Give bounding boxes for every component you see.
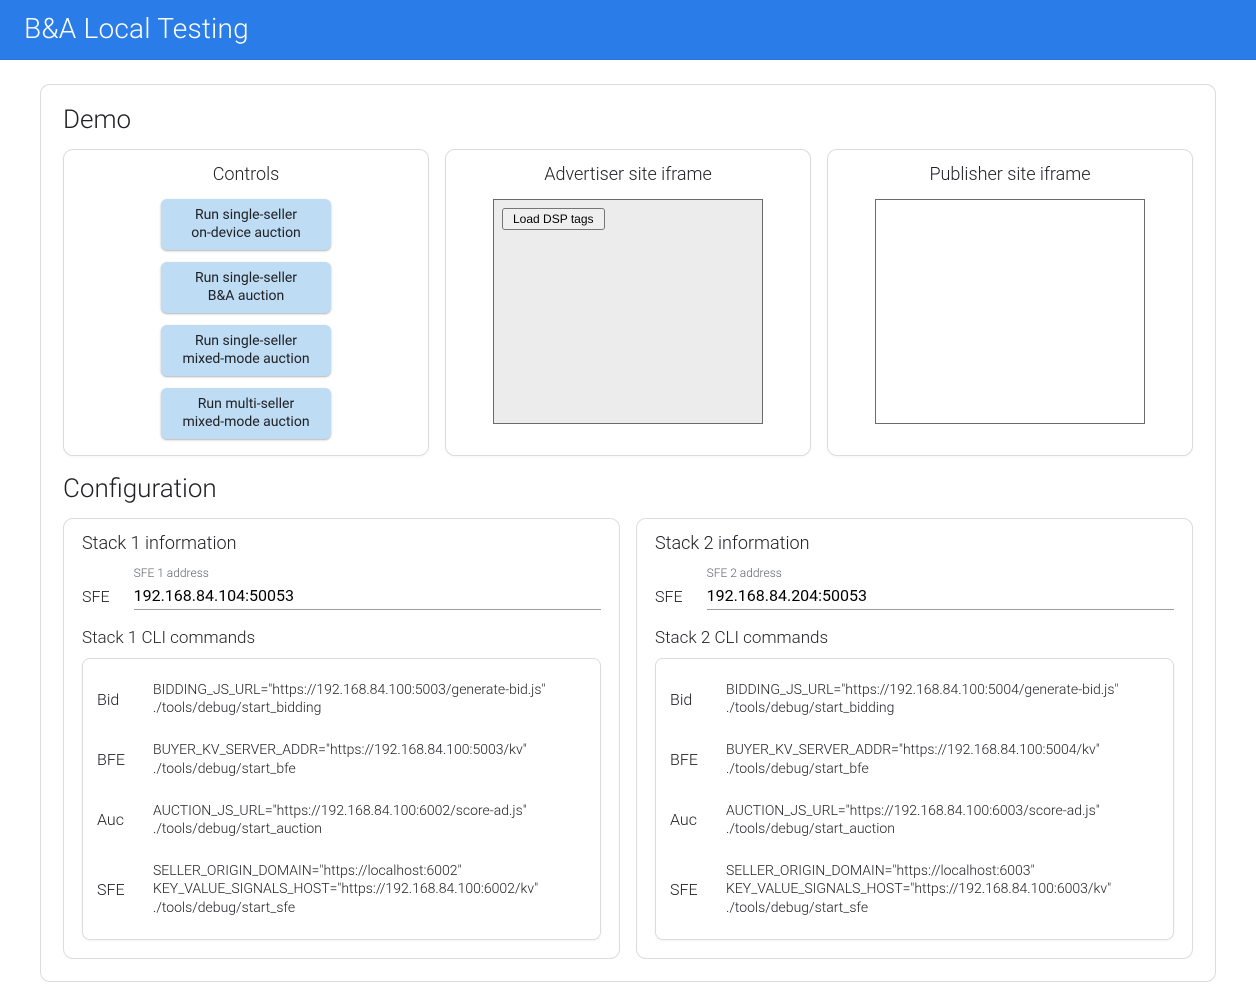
stack-1-cli-title: Stack 1 CLI commands <box>82 628 601 648</box>
cli-tag: Auc <box>97 810 135 829</box>
stack-2-card: Stack 2 information SFE SFE 2 address St… <box>636 518 1193 959</box>
publisher-iframe <box>875 199 1145 424</box>
demo-heading: Demo <box>63 105 1193 135</box>
publisher-panel: Publisher site iframe <box>827 149 1193 456</box>
stack-1-cli-sfe: SFE SELLER_ORIGIN_DOMAIN="https://localh… <box>97 852 586 927</box>
cli-cmd: SELLER_ORIGIN_DOMAIN="https://localhost:… <box>726 862 1111 917</box>
cli-tag: Bid <box>670 690 708 709</box>
stack-2-cli-bfe: BFE BUYER_KV_SERVER_ADDR="https://192.16… <box>670 731 1159 787</box>
controls-panel: Controls Run single-seller on-device auc… <box>63 149 429 456</box>
controls-buttons: Run single-seller on-device auction Run … <box>78 199 414 439</box>
configuration-heading: Configuration <box>63 474 1193 504</box>
publisher-title: Publisher site iframe <box>842 164 1178 185</box>
stack-2-cli-title: Stack 2 CLI commands <box>655 628 1174 648</box>
run-single-seller-on-device-button[interactable]: Run single-seller on-device auction <box>161 199 331 250</box>
sfe-2-address-label: SFE 2 address <box>707 566 1174 580</box>
stacks-row: Stack 1 information SFE SFE 1 address St… <box>63 518 1193 959</box>
demo-panels: Controls Run single-seller on-device auc… <box>63 149 1193 456</box>
stack-2-sfe-row: SFE SFE 2 address <box>655 566 1174 610</box>
cli-cmd: BUYER_KV_SERVER_ADDR="https://192.168.84… <box>153 741 527 777</box>
stack-2-sfe-label: SFE <box>655 587 683 610</box>
run-single-seller-ba-button[interactable]: Run single-seller B&A auction <box>161 262 331 313</box>
cli-cmd: BUYER_KV_SERVER_ADDR="https://192.168.84… <box>726 741 1100 777</box>
advertiser-iframe: Load DSP tags <box>493 199 763 424</box>
cli-cmd: BIDDING_JS_URL="https://192.168.84.100:5… <box>726 681 1118 717</box>
app-title: B&A Local Testing <box>24 12 249 45</box>
cli-tag: Auc <box>670 810 708 829</box>
advertiser-panel: Advertiser site iframe Load DSP tags <box>445 149 811 456</box>
cli-cmd: BIDDING_JS_URL="https://192.168.84.100:5… <box>153 681 545 717</box>
cli-tag: SFE <box>97 880 135 899</box>
stack-1-cli-bid: Bid BIDDING_JS_URL="https://192.168.84.1… <box>97 671 586 727</box>
sfe-1-address-label: SFE 1 address <box>134 566 601 580</box>
page-main: Demo Controls Run single-seller on-devic… <box>0 60 1256 1006</box>
stack-2-cli-card: Bid BIDDING_JS_URL="https://192.168.84.1… <box>655 658 1174 940</box>
run-multi-seller-mixed-button[interactable]: Run multi-seller mixed-mode auction <box>161 388 331 439</box>
cli-cmd: SELLER_ORIGIN_DOMAIN="https://localhost:… <box>153 862 538 917</box>
main-card: Demo Controls Run single-seller on-devic… <box>40 84 1216 982</box>
stack-2-title: Stack 2 information <box>655 533 1174 554</box>
advertiser-title: Advertiser site iframe <box>460 164 796 185</box>
stack-1-sfe-row: SFE SFE 1 address <box>82 566 601 610</box>
stack-2-cli-bid: Bid BIDDING_JS_URL="https://192.168.84.1… <box>670 671 1159 727</box>
cli-tag: Bid <box>97 690 135 709</box>
stack-1-sfe-label: SFE <box>82 587 110 610</box>
sfe-2-address-field: SFE 2 address <box>707 566 1174 610</box>
sfe-1-address-field: SFE 1 address <box>134 566 601 610</box>
cli-tag: SFE <box>670 880 708 899</box>
load-dsp-tags-button[interactable]: Load DSP tags <box>502 208 605 230</box>
stack-1-card: Stack 1 information SFE SFE 1 address St… <box>63 518 620 959</box>
cli-tag: BFE <box>97 750 135 769</box>
sfe-2-address-input[interactable] <box>707 582 1174 610</box>
cli-cmd: AUCTION_JS_URL="https://192.168.84.100:6… <box>153 802 527 838</box>
run-single-seller-mixed-button[interactable]: Run single-seller mixed-mode auction <box>161 325 331 376</box>
stack-1-title: Stack 1 information <box>82 533 601 554</box>
stack-1-cli-auc: Auc AUCTION_JS_URL="https://192.168.84.1… <box>97 792 586 848</box>
stack-1-cli-card: Bid BIDDING_JS_URL="https://192.168.84.1… <box>82 658 601 940</box>
cli-tag: BFE <box>670 750 708 769</box>
stack-1-cli-bfe: BFE BUYER_KV_SERVER_ADDR="https://192.16… <box>97 731 586 787</box>
sfe-1-address-input[interactable] <box>134 582 601 610</box>
app-header: B&A Local Testing <box>0 0 1256 60</box>
cli-cmd: AUCTION_JS_URL="https://192.168.84.100:6… <box>726 802 1100 838</box>
controls-title: Controls <box>78 164 414 185</box>
stack-2-cli-sfe: SFE SELLER_ORIGIN_DOMAIN="https://localh… <box>670 852 1159 927</box>
stack-2-cli-auc: Auc AUCTION_JS_URL="https://192.168.84.1… <box>670 792 1159 848</box>
